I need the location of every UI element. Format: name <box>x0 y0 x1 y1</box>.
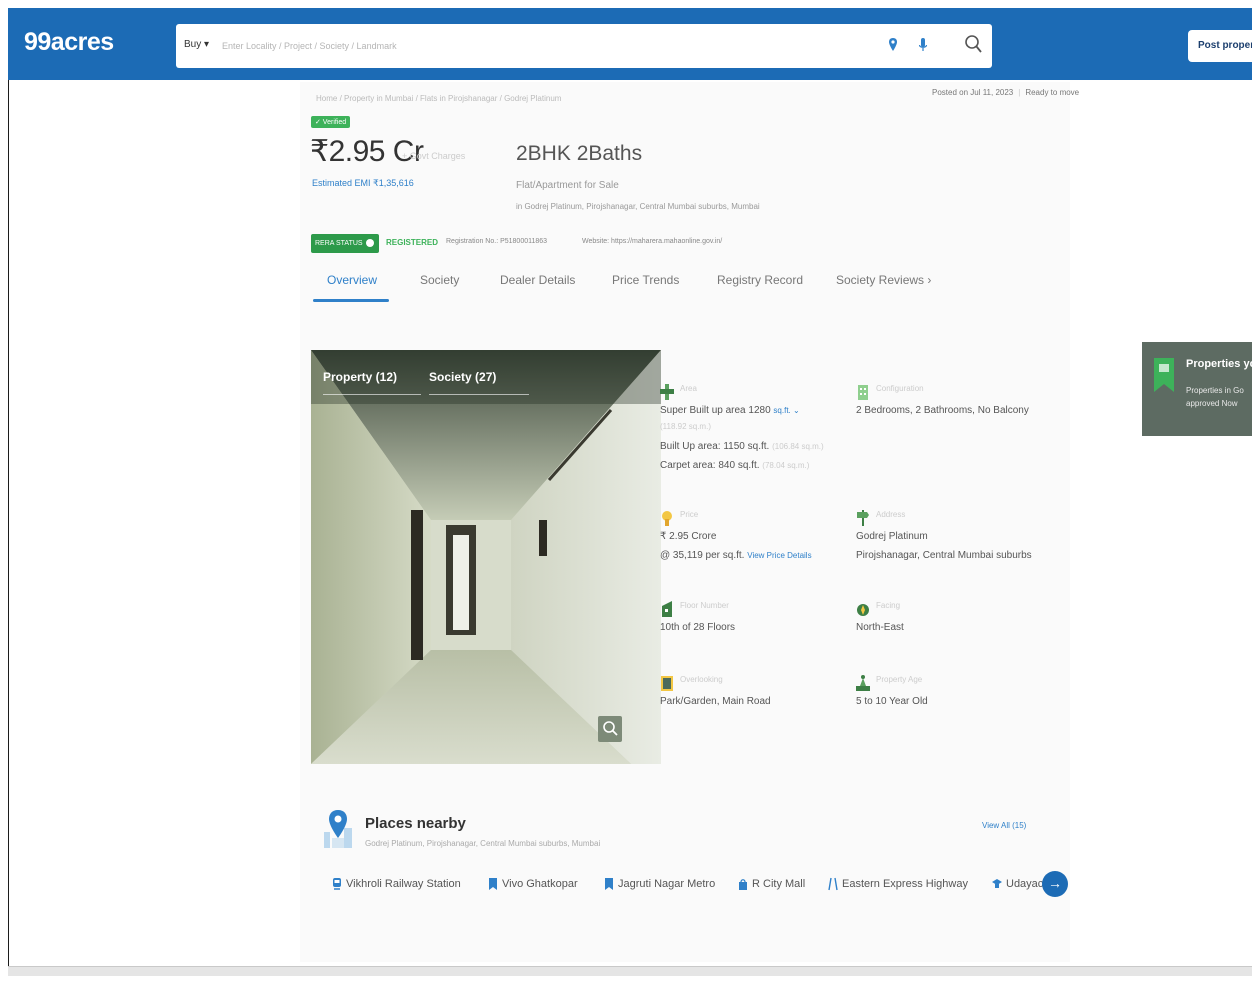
view-all-places-link[interactable]: View All (15) <box>982 821 1026 830</box>
detail-label: Area <box>680 384 697 393</box>
gallery-tab-property[interactable]: Property (12) <box>323 370 397 384</box>
places-next-button[interactable]: → <box>1042 871 1068 897</box>
property-age-value: 5 to 10 Year Old <box>856 696 928 707</box>
corridor-photo <box>311 350 661 764</box>
rera-status-badge[interactable]: RERA STATUS <box>311 234 379 253</box>
area-icon <box>660 384 674 400</box>
place-chip[interactable]: Eastern Express Highway <box>828 877 968 891</box>
tab-society-reviews[interactable]: Society Reviews › <box>836 273 931 287</box>
promo-title: Properties you <box>1186 358 1252 370</box>
bottom-edge <box>8 966 1252 976</box>
detail-label: Address <box>876 510 906 519</box>
facing-value: North-East <box>856 622 904 633</box>
floor-value: 10th of 28 Floors <box>660 622 736 633</box>
shopping-bag-icon <box>739 879 747 890</box>
promo-subtitle: Properties in Go approved Now <box>1186 386 1244 408</box>
detail-label: Overlooking <box>680 675 723 684</box>
super-builtup-area: Super Built up area 1280 sq.ft. ⌄ <box>660 405 800 416</box>
graduation-cap-icon <box>992 879 1002 888</box>
view-price-details-link[interactable]: View Price Details <box>747 551 811 560</box>
tab-price-trends[interactable]: Price Trends <box>612 273 679 287</box>
detail-label: Property Age <box>876 675 923 684</box>
train-icon <box>333 878 341 890</box>
microphone-icon[interactable] <box>918 37 928 53</box>
top-header: 99acres Buy ▾ Post property <box>8 8 1252 80</box>
price-note: + Govt Charges <box>402 151 466 161</box>
building-icon <box>858 385 868 400</box>
gallery-tab-underline <box>323 394 421 395</box>
tab-registry-record[interactable]: Registry Record <box>717 273 803 287</box>
detail-label: Price <box>680 510 699 519</box>
place-chip[interactable]: Udayachal <box>992 877 1044 891</box>
places-nearby-subtitle: Godrej Platinum, Pirojshanagar, Central … <box>365 839 601 848</box>
side-promo-banner[interactable]: Properties you Properties in Go approved… <box>1142 342 1252 436</box>
carpet-area: Carpet area: 840 sq.ft. (78.04 sq.m.) <box>660 460 810 471</box>
tab-society[interactable]: Society <box>420 273 459 287</box>
search-input[interactable] <box>222 36 822 56</box>
flat-type: Flat/Apartment for Sale <box>516 180 619 191</box>
detail-label: Configuration <box>876 384 924 393</box>
verified-badge: ✓ Verified <box>311 116 351 128</box>
gallery-tab-society[interactable]: Society (27) <box>429 370 496 384</box>
search-bar: Buy ▾ <box>176 24 992 68</box>
breadcrumb[interactable]: Home / Property in Mumbai / Flats in Pir… <box>316 94 561 103</box>
overlooking-value: Park/Garden, Main Road <box>660 696 771 707</box>
place-chip[interactable]: R City Mall <box>738 877 805 891</box>
rera-website[interactable]: Website: https://maharera.mahaonline.gov… <box>582 238 722 245</box>
zoom-icon[interactable] <box>598 716 622 742</box>
gallery-tab-underline <box>429 394 529 395</box>
super-area-sqm: (118.92 sq.m.) <box>660 422 711 431</box>
detail-label: Facing <box>876 601 901 610</box>
section-tabs: Overview Society Dealer Details Price Tr… <box>312 270 972 304</box>
post-property-button[interactable]: Post property <box>1188 30 1252 62</box>
posted-info: Posted on Jul 11, 2023 | Ready to move <box>932 88 1080 97</box>
registration-number: Registration No.: P51800011863 <box>446 238 548 245</box>
info-icon[interactable] <box>365 239 374 247</box>
logo[interactable]: 99acres <box>24 28 114 57</box>
place-chip[interactable]: Jagruti Nagar Metro <box>604 877 715 891</box>
active-tab-indicator <box>313 299 389 302</box>
property-photo[interactable]: Property (12) Society (27) <box>311 350 661 764</box>
configuration-value: 2 Bedrooms, 2 Bathrooms, No Balcony <box>856 405 1029 416</box>
address-line-2: Pirojshanagar, Central Mumbai suburbs <box>856 550 1032 561</box>
address-line-1: Godrej Platinum <box>856 531 928 542</box>
map-pin-icon <box>324 810 352 848</box>
rera-registered: REGISTERED <box>386 238 439 247</box>
window-icon <box>661 676 673 691</box>
place-chip[interactable]: Vivo Ghatkopar <box>488 877 578 891</box>
places-nearby-title: Places nearby <box>365 815 466 832</box>
posted-date: Posted on Jul 11, 2023 <box>932 88 1014 97</box>
bookmark-icon <box>1154 358 1174 392</box>
buy-dropdown[interactable]: Buy ▾ <box>184 39 209 50</box>
listing-title: 2BHK 2Baths <box>516 142 643 165</box>
unit-dropdown[interactable]: sq.ft. ⌄ <box>773 406 799 415</box>
location-icon[interactable] <box>888 37 898 53</box>
price-value: ₹ 2.95 Crore <box>660 531 717 542</box>
construction-icon <box>856 675 870 691</box>
price-tag-icon <box>662 511 672 526</box>
emi-link[interactable]: Estimated EMI ₹1,35,616 <box>312 178 414 189</box>
bookmark-icon <box>605 878 613 890</box>
left-edge <box>8 80 9 975</box>
compass-icon <box>857 604 869 616</box>
place-chip[interactable]: Vikhroli Railway Station <box>332 877 461 891</box>
price-per-sqft: @ 35,119 per sq.ft. View Price Details <box>660 550 812 561</box>
tab-dealer-details[interactable]: Dealer Details <box>500 273 575 287</box>
rera-status-label: RERA STATUS <box>315 239 363 247</box>
detail-label: Floor Number <box>680 601 729 610</box>
tab-overview[interactable]: Overview <box>327 273 377 287</box>
bookmark-icon <box>489 878 497 890</box>
highway-icon <box>828 877 838 891</box>
listing-address: in Godrej Platinum, Pirojshanagar, Centr… <box>516 202 760 211</box>
builtup-area: Built Up area: 1150 sq.ft. (106.84 sq.m.… <box>660 441 824 452</box>
signpost-icon <box>857 510 869 526</box>
search-icon[interactable] <box>964 34 984 56</box>
possession-status: Ready to move <box>1025 88 1080 97</box>
floor-icon <box>662 601 672 617</box>
